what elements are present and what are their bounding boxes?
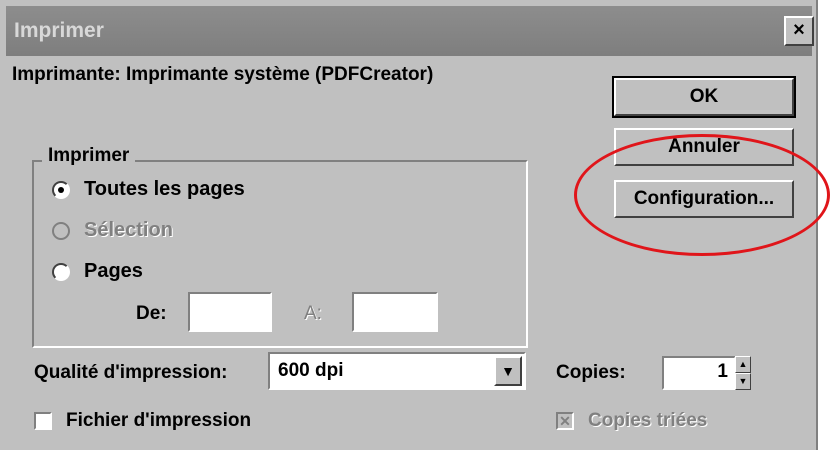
print-range-legend: Imprimer [42, 145, 136, 167]
quality-value: 600 dpi [278, 360, 344, 381]
title-bar[interactable]: Imprimer × [6, 6, 814, 56]
copies-input[interactable]: 1 [662, 356, 736, 390]
copies-label: Copies: [556, 362, 626, 383]
to-label: A: [304, 303, 322, 324]
close-button[interactable]: × [784, 16, 814, 46]
radio-selection-label: Sélection [84, 219, 173, 241]
radio-pages-label: Pages [84, 260, 143, 282]
window-title: Imprimer [14, 19, 104, 42]
from-label: De: [136, 303, 167, 324]
quality-label: Qualité d'impression: [34, 362, 228, 383]
radio-all-pages[interactable]: Toutes les pages [52, 178, 245, 201]
spin-down-icon[interactable]: ▼ [735, 373, 751, 390]
radio-pages[interactable]: Pages [52, 260, 143, 283]
copies-spinner[interactable]: ▲ ▼ [735, 356, 751, 390]
print-to-file-box[interactable] [34, 412, 52, 430]
ok-button[interactable]: OK [612, 76, 796, 118]
collate-box: ✕ [556, 412, 574, 430]
from-input[interactable] [188, 292, 272, 332]
radio-selection-button [52, 221, 70, 240]
to-input[interactable] [352, 292, 438, 332]
radio-pages-button[interactable] [52, 262, 70, 281]
radio-all-pages-button[interactable] [52, 180, 70, 199]
radio-selection: Sélection [52, 219, 173, 242]
spin-up-icon[interactable]: ▲ [735, 356, 751, 373]
print-to-file-label: Fichier d'impression [66, 410, 252, 431]
collate-checkbox: ✕ Copies triées [556, 410, 707, 432]
print-to-file-checkbox[interactable]: Fichier d'impression [34, 410, 251, 432]
close-icon: × [793, 19, 805, 41]
printer-label: Imprimante: Imprimante système (PDFCreat… [12, 64, 434, 85]
highlight-annotation [574, 134, 830, 256]
copies-value: 1 [717, 361, 728, 382]
radio-all-pages-label: Toutes les pages [84, 178, 245, 200]
dropdown-arrow-icon[interactable]: ▼ [494, 356, 522, 386]
collate-label: Copies triées [588, 410, 708, 431]
quality-select[interactable]: 600 dpi ▼ [268, 352, 526, 390]
